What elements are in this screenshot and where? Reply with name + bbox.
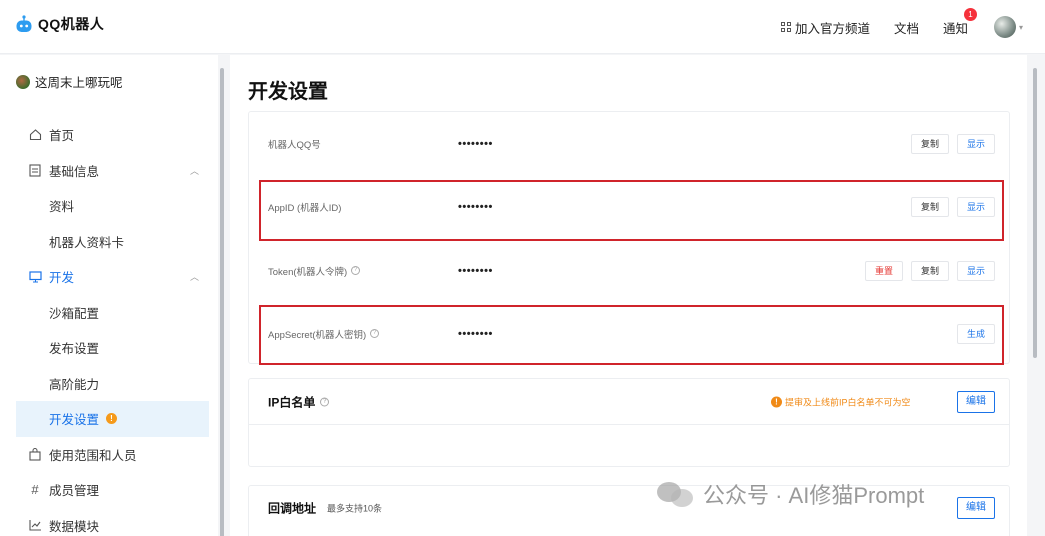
top-bar: QQ机器人 加入官方频道 文档 通知 1 ▾ xyxy=(0,0,1045,54)
home-icon xyxy=(28,128,42,142)
wechat-icon xyxy=(657,479,695,509)
show-button[interactable]: 显示 xyxy=(956,260,995,281)
notify-link[interactable]: 通知 1 xyxy=(942,7,977,37)
notify-label: 通知 xyxy=(942,21,968,36)
credential-row-qq: 机器人QQ号 •••••••• 复制 显示 xyxy=(249,112,1009,175)
chevron-up-icon: ︿ xyxy=(189,165,199,176)
user-avatar[interactable] xyxy=(993,16,1016,38)
sidebar-item-data[interactable]: 数据模块 xyxy=(16,508,209,536)
logo[interactable]: QQ机器人 xyxy=(14,14,104,34)
sidebar-item-label: 成员管理 xyxy=(49,484,100,499)
callback-subtitle: 最多支持10条 xyxy=(327,503,383,514)
ip-whitelist-title: IP白名单 ? xyxy=(268,393,330,410)
user-avatar-small xyxy=(16,74,30,89)
credential-row-token: Token(机器人令牌) ? •••••••• 重置 复制 显示 xyxy=(249,239,1009,302)
copy-button[interactable]: 复制 xyxy=(910,133,949,154)
document-icon xyxy=(28,163,42,177)
docs-link[interactable]: 文档 xyxy=(894,18,919,37)
watermark: 公众号 · AI修猫Prompt xyxy=(657,478,924,510)
sidebar-item-profile[interactable]: 资料 xyxy=(16,188,209,224)
sidebar-item-label: 开发 xyxy=(49,271,75,286)
credential-label: 机器人QQ号 xyxy=(268,139,321,151)
chevron-down-icon[interactable]: ▾ xyxy=(1019,23,1023,32)
sidebar-item-publish[interactable]: 发布设置 xyxy=(16,330,209,366)
watermark-text: 公众号 · AI修猫Prompt xyxy=(703,483,925,508)
sidebar: 这周末上哪玩呢 首页 基础信息 ︿ 资料 机器人资料卡 开发 ︿ 沙箱配置 发布… xyxy=(0,55,218,536)
chart-icon xyxy=(28,518,42,532)
reset-button[interactable]: 重置 xyxy=(864,260,903,281)
sidebar-nav: 首页 基础信息 ︿ 资料 机器人资料卡 开发 ︿ 沙箱配置 发布设置 高阶能力 … xyxy=(16,117,209,536)
sidebar-item-label: 首页 xyxy=(49,129,75,144)
logo-text: QQ机器人 xyxy=(38,16,105,32)
help-icon[interactable]: ? xyxy=(351,266,361,275)
warning-icon: ! xyxy=(771,396,782,407)
sidebar-item-label: 数据模块 xyxy=(49,519,100,534)
robot-logo-icon xyxy=(16,15,32,32)
main-content: 开发设置 机器人QQ号 •••••••• 复制 显示 AppID (机器人ID)… xyxy=(230,55,1027,536)
credential-value: •••••••• xyxy=(458,137,493,150)
sidebar-item-label: 使用范围和人员 xyxy=(49,448,137,463)
copy-button[interactable]: 复制 xyxy=(910,260,949,281)
sidebar-scrollbar[interactable] xyxy=(219,60,225,536)
highlight-box-appid xyxy=(259,180,1004,241)
ip-whitelist-card: IP白名单 ? ! 提审及上线前IP白名单不可为空 编辑 xyxy=(248,378,1010,467)
edit-callback-button[interactable]: 编辑 xyxy=(957,497,995,519)
sidebar-item-robot-card[interactable]: 机器人资料卡 xyxy=(16,224,209,260)
sidebar-item-basic-info[interactable]: 基础信息 ︿ xyxy=(16,153,209,189)
help-icon[interactable]: ? xyxy=(320,397,330,406)
main-scrollbar[interactable] xyxy=(1031,60,1039,536)
sidebar-user[interactable]: 这周末上哪玩呢 xyxy=(16,72,123,91)
sidebar-item-label: 开发设置 xyxy=(49,413,100,428)
sidebar-item-home[interactable]: 首页 xyxy=(16,117,209,153)
bag-icon xyxy=(28,447,42,461)
page-title: 开发设置 xyxy=(248,81,328,103)
credential-label: Token(机器人令牌) ? xyxy=(268,264,361,278)
credential-value: •••••••• xyxy=(458,264,493,277)
sidebar-item-advanced[interactable]: 高阶能力 xyxy=(16,366,209,402)
sidebar-item-scope[interactable]: 使用范围和人员 xyxy=(16,437,209,473)
edit-ip-whitelist-button[interactable]: 编辑 xyxy=(957,390,995,413)
hash-icon: # xyxy=(31,482,39,498)
highlight-box-appsecret xyxy=(259,305,1004,365)
grid-icon xyxy=(780,22,791,32)
section-title-text: 回调地址 xyxy=(268,501,317,516)
sidebar-item-label: 基础信息 xyxy=(49,164,100,179)
warning-icon: ! xyxy=(106,413,118,425)
join-channel-link[interactable]: 加入官方频道 xyxy=(780,18,870,37)
sidebar-item-members[interactable]: # 成员管理 xyxy=(16,472,209,508)
notice-text: 提审及上线前IP白名单不可为空 xyxy=(785,397,911,407)
ip-whitelist-notice: ! 提审及上线前IP白名单不可为空 xyxy=(771,395,911,408)
credential-label-text: Token(机器人令牌) xyxy=(268,266,348,278)
user-name: 这周末上哪玩呢 xyxy=(35,76,123,90)
join-channel-label: 加入官方频道 xyxy=(794,21,870,36)
sidebar-item-dev-settings[interactable]: 开发设置 ! xyxy=(16,401,209,437)
show-button[interactable]: 显示 xyxy=(956,133,995,154)
callback-title: 回调地址 最多支持10条 xyxy=(268,500,382,517)
section-title-text: IP白名单 xyxy=(268,395,316,409)
notify-badge: 1 xyxy=(963,7,977,21)
chevron-up-icon: ︿ xyxy=(189,272,199,283)
sidebar-item-develop[interactable]: 开发 ︿ xyxy=(16,259,209,295)
monitor-icon xyxy=(28,270,42,284)
sidebar-item-sandbox[interactable]: 沙箱配置 xyxy=(16,295,209,331)
